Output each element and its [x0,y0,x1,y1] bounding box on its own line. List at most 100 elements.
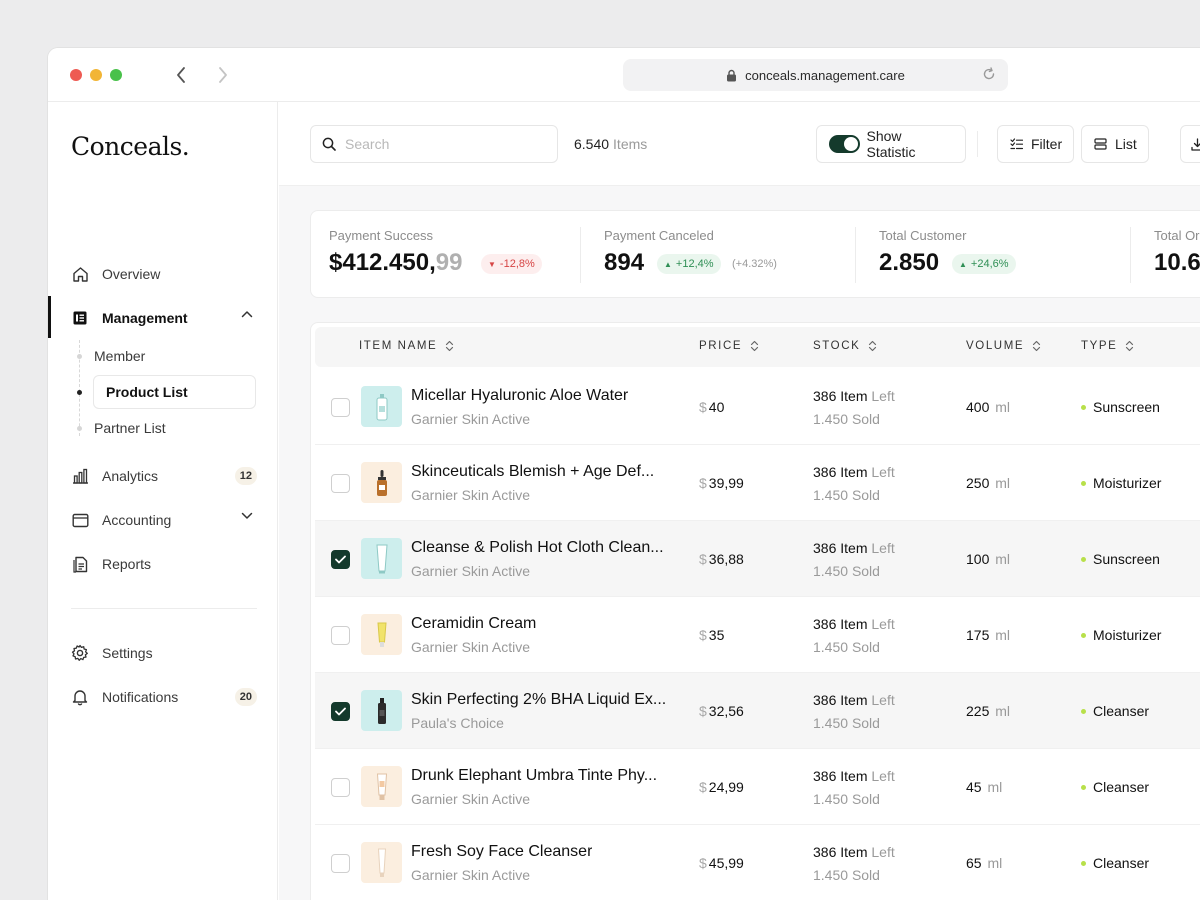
product-price: $45,99 [699,855,744,871]
row-checkbox[interactable] [331,398,350,417]
column-header-stock[interactable]: STOCK [813,340,877,352]
row-checkbox[interactable] [331,854,350,873]
sidebar-item-analytics[interactable]: Analytics 12 [71,462,257,490]
list-icon [1094,138,1107,150]
search-input[interactable] [345,136,535,152]
row-checkbox[interactable] [331,550,350,569]
filter-button[interactable]: Filter [997,125,1074,163]
sidebar-item-accounting[interactable]: Accounting [71,506,257,534]
list-view-button[interactable]: List [1081,125,1149,163]
product-sold: 1.450 Sold [813,791,880,807]
product-price: $36,88 [699,551,744,567]
column-header-volume[interactable]: VOLUME [966,340,1041,352]
product-name[interactable]: Fresh Soy Face Cleanser [411,843,592,861]
stat-extra: (+4.32%) [732,258,777,270]
back-arrow-icon[interactable] [168,62,194,88]
main-content: 6.540Items Show Statistic Filter List [279,102,1200,900]
sidebar-item-notifications[interactable]: Notifications 20 [71,683,257,711]
search-box[interactable] [310,125,558,163]
sidebar-item-settings[interactable]: Settings [71,639,257,667]
search-icon [322,137,336,151]
table-row[interactable]: Micellar Hyaluronic Aloe Water Garnier S… [315,369,1200,445]
sort-icon [445,340,454,352]
sidebar-subitem-partner-list[interactable]: Partner List [94,416,166,440]
product-name[interactable]: Drunk Elephant Umbra Tinte Phy... [411,767,657,785]
table-row[interactable]: Cleanse & Polish Hot Cloth Clean... Garn… [315,521,1200,597]
column-header-price[interactable]: PRICE [699,340,759,352]
product-name[interactable]: Ceramidin Cream [411,615,536,633]
minimize-window-button[interactable] [90,69,102,81]
forward-arrow-icon[interactable] [210,62,236,88]
column-header-item-name[interactable]: ITEM NAME [359,340,454,352]
items-count-value: 6.540 [574,136,610,152]
row-checkbox[interactable] [331,474,350,493]
product-stock: 386 Item Left [813,464,895,480]
sidebar-divider [71,608,257,609]
column-header-type[interactable]: TYPE [1081,340,1134,352]
table-row[interactable]: Skinceuticals Blemish + Age Def... Garni… [315,445,1200,521]
product-volume: 250 ml [966,475,1011,491]
home-icon [71,265,89,283]
sidebar-item-reports[interactable]: Reports [71,550,257,578]
download-button[interactable] [1180,125,1200,163]
toolbar: 6.540Items Show Statistic Filter List [279,102,1200,186]
product-stock: 386 Item Left [813,388,895,404]
product-volume: 45 ml [966,779,1003,795]
table-row[interactable]: Fresh Soy Face Cleanser Garnier Skin Act… [315,825,1200,900]
sidebar-item-label: Analytics [102,468,159,484]
reload-icon[interactable] [982,67,996,81]
stat-label: Total Customer [879,228,967,243]
sidebar-subitem-member[interactable]: Member [94,344,145,368]
stat-label: Payment Canceled [604,228,714,243]
product-name[interactable]: Skinceuticals Blemish + Age Def... [411,463,654,481]
sort-icon [868,340,877,352]
product-thumbnail-cream-tube-icon [361,614,402,655]
table-row[interactable]: Ceramidin Cream Garnier Skin Active $35 … [315,597,1200,673]
browser-window: conceals.management.care Conceals. Overv… [48,48,1200,900]
sidebar-item-management[interactable]: Management [71,304,257,332]
sidebar-item-label: Overview [102,266,161,282]
product-brand: Garnier Skin Active [411,791,531,807]
sidebar-item-label: Management [102,310,188,326]
product-brand: Garnier Skin Active [411,639,531,655]
product-stock: 386 Item Left [813,540,895,556]
sidebar-item-label: Reports [102,556,152,572]
row-checkbox[interactable] [331,702,350,721]
sidebar-item-overview[interactable]: Overview [71,260,257,288]
product-thumbnail-tube-icon [361,842,402,883]
report-icon [71,555,89,573]
wallet-icon [71,511,89,529]
stat-label: Total Or [1154,228,1200,243]
chevron-up-icon[interactable] [241,310,253,318]
product-volume: 175 ml [966,627,1011,643]
maximize-window-button[interactable] [110,69,122,81]
sidebar-item-label: Notifications [102,689,179,705]
product-name[interactable]: Micellar Hyaluronic Aloe Water [411,387,628,405]
close-window-button[interactable] [70,69,82,81]
row-checkbox[interactable] [331,626,350,645]
sidebar-subitem-product-list[interactable]: Product List [93,375,256,409]
sidebar-item-label: Settings [102,645,153,661]
product-name[interactable]: Skin Perfecting 2% BHA Liquid Ex... [411,691,666,709]
product-stock: 386 Item Left [813,844,895,860]
show-statistic-toggle[interactable]: Show Statistic [816,125,966,163]
product-sold: 1.450 Sold [813,563,880,579]
table-row[interactable]: Drunk Elephant Umbra Tinte Phy... Garnie… [315,749,1200,825]
product-brand: Paula's Choice [411,715,504,731]
table-row[interactable]: Skin Perfecting 2% BHA Liquid Ex... Paul… [315,673,1200,749]
sort-icon [1125,340,1134,352]
items-count: 6.540 Items [574,136,647,152]
down-triangle-icon: ▼ [488,259,496,269]
row-checkbox[interactable] [331,778,350,797]
chevron-down-icon[interactable] [241,512,253,520]
toggle-switch[interactable] [829,135,861,153]
product-brand: Garnier Skin Active [411,867,531,883]
sub-item-dot [77,426,82,431]
product-name[interactable]: Cleanse & Polish Hot Cloth Clean... [411,539,664,557]
product-sold: 1.450 Sold [813,715,880,731]
address-bar[interactable]: conceals.management.care [623,59,1008,91]
items-count-label: Items [613,136,648,152]
product-thumbnail-tube-icon [361,766,402,807]
product-sold: 1.450 Sold [813,411,880,427]
product-brand: Garnier Skin Active [411,563,531,579]
